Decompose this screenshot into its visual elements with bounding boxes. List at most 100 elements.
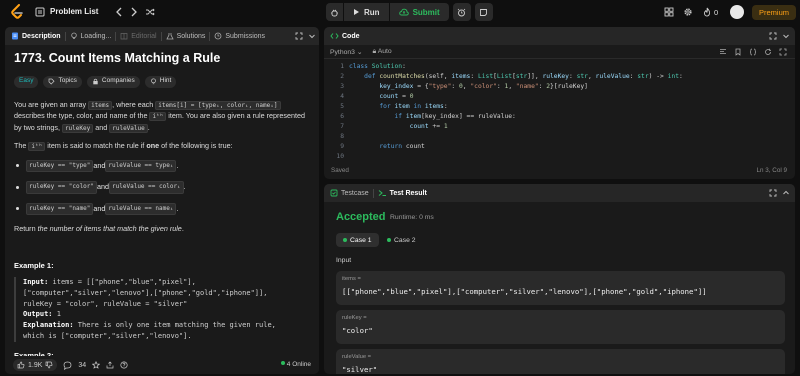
- description-paragraph-2: The iᵗʰ item is said to match the rule i…: [14, 141, 233, 151]
- test-result-panel: Testcase Test Result Accepted Runtime: 0…: [324, 184, 795, 374]
- description-panel: Description Loading... Editorial Solutio…: [5, 27, 319, 374]
- checkbox-icon: [330, 189, 338, 197]
- streak-flame-icon[interactable]: [701, 6, 713, 18]
- user-avatar[interactable]: [730, 5, 744, 19]
- pass-dot-icon: [343, 238, 347, 242]
- notes-button[interactable]: [474, 3, 493, 21]
- star-icon[interactable]: [92, 361, 101, 369]
- line-number: 2: [340, 73, 344, 80]
- history-icon: [214, 32, 222, 40]
- fullscreen-icon[interactable]: [779, 48, 787, 56]
- leetcode-logo-icon[interactable]: [10, 4, 24, 20]
- case-2-tab[interactable]: Case 2: [380, 233, 423, 247]
- streak-count: 0: [714, 8, 719, 17]
- input-key: ruleValue =: [342, 354, 372, 360]
- auto-mode-toggle[interactable]: 🔒︎ Auto: [373, 48, 392, 56]
- topics-label: Topics: [58, 77, 77, 85]
- online-count: 4 Online: [281, 361, 311, 368]
- example-1-block: Input: items = [["phone","blue","pixel"]…: [14, 277, 312, 342]
- input-value: "silver": [342, 365, 378, 374]
- line-number: 1: [340, 63, 344, 70]
- line-number: 3: [340, 83, 344, 90]
- lightbulb-icon: [150, 78, 156, 85]
- tab-loading[interactable]: Loading...: [66, 27, 116, 45]
- case-1-tab[interactable]: Case 1: [336, 233, 379, 247]
- tab-submissions-label: Submissions: [225, 32, 266, 40]
- tab-solutions[interactable]: Solutions: [162, 27, 210, 45]
- expand-icon[interactable]: [767, 187, 779, 199]
- line-number: 4: [340, 93, 344, 100]
- tab-submissions[interactable]: Submissions: [210, 27, 269, 45]
- result-status: Accepted: [336, 211, 386, 223]
- code-line: key_index = {"type": 0, "color": 1, "nam…: [379, 83, 588, 90]
- settings-gear-icon[interactable]: [682, 6, 694, 18]
- code-tabbar: Code: [324, 27, 795, 45]
- tab-test-result[interactable]: Test Result: [374, 184, 431, 202]
- chevron-down-icon[interactable]: [780, 30, 792, 42]
- rule-condition-color: ruleKey == "color" and ruleValue == colo…: [14, 181, 312, 194]
- rule-condition-type: ruleKey == "type" and ruleValue == typeᵢ…: [14, 159, 312, 172]
- expand-icon[interactable]: [767, 30, 779, 42]
- input-value: [["phone","blue","pixel"],["computer","s…: [342, 287, 707, 296]
- debug-button[interactable]: [326, 3, 343, 21]
- hint-label: Hint: [159, 77, 172, 85]
- difficulty-badge: Easy: [14, 75, 39, 88]
- input-key: ruleKey =: [342, 315, 367, 321]
- code-panel: Code Python3 ⌄ 🔒︎ Auto 1 2 3 4 5 6 7 8 9…: [324, 27, 795, 179]
- alarm-clock-icon: [457, 8, 466, 16]
- code-toolbar: Python3 ⌄ 🔒︎ Auto: [324, 45, 795, 59]
- problem-list-icon[interactable]: [34, 6, 46, 18]
- hint-button[interactable]: Hint: [144, 75, 177, 88]
- bookmark-icon[interactable]: [734, 48, 742, 56]
- reset-icon[interactable]: [764, 48, 772, 56]
- line-number: 9: [340, 143, 344, 150]
- comment-count: 34: [78, 361, 87, 369]
- tab-test-result-label: Test Result: [389, 189, 427, 197]
- terminal-icon: [378, 190, 386, 196]
- description-paragraph-1: You are given an array items, where each…: [14, 99, 305, 133]
- tab-editorial[interactable]: Editorial: [116, 27, 160, 45]
- language-select[interactable]: Python3 ⌄: [330, 48, 363, 56]
- share-icon[interactable]: [106, 361, 114, 369]
- help-icon[interactable]: [120, 361, 128, 369]
- description-tabbar: Description Loading... Editorial Solutio…: [5, 27, 319, 45]
- lock-icon: [93, 78, 98, 85]
- run-button[interactable]: Run: [344, 3, 389, 21]
- code-line: count += 1: [409, 123, 448, 130]
- layout-grid-icon[interactable]: [663, 6, 675, 18]
- premium-button[interactable]: Premium: [752, 5, 796, 20]
- chevron-left-icon[interactable]: [113, 6, 125, 18]
- tab-testcase[interactable]: Testcase: [324, 184, 373, 202]
- line-number: 10: [336, 153, 344, 160]
- comment-icon[interactable]: [63, 361, 72, 370]
- like-count: 1.9K: [28, 361, 43, 369]
- runtime-label: Runtime: 0 ms: [390, 214, 434, 221]
- bug-icon: [331, 9, 338, 16]
- chevron-down-icon[interactable]: [306, 30, 318, 42]
- shuffle-icon[interactable]: [144, 6, 156, 18]
- problem-list-link[interactable]: Problem List: [50, 7, 98, 16]
- description-footer: 1.9K 34 4 Online: [5, 356, 319, 374]
- format-icon[interactable]: [719, 48, 727, 56]
- line-number: 7: [340, 123, 344, 130]
- thumbs-down-icon[interactable]: [45, 361, 53, 369]
- topics-button[interactable]: Topics: [43, 75, 82, 88]
- chevron-right-icon[interactable]: [128, 6, 140, 18]
- tab-editorial-label: Editorial: [131, 32, 157, 40]
- play-icon: [354, 9, 359, 15]
- input-rulevalue-box: ruleValue = "silver": [336, 349, 785, 374]
- code-line: return count: [379, 143, 425, 150]
- submit-button[interactable]: Submit: [389, 3, 449, 21]
- expand-icon[interactable]: [293, 30, 305, 42]
- note-icon: [480, 8, 488, 16]
- rule-condition-name: ruleKey == "name" and ruleValue == nameᵢ…: [14, 202, 312, 215]
- companies-button[interactable]: Companies: [86, 75, 140, 88]
- timer-button[interactable]: [452, 3, 471, 21]
- tab-description[interactable]: Description: [5, 27, 65, 45]
- code-editor[interactable]: 1 2 3 4 5 6 7 8 9 10 class Solution: def…: [324, 61, 795, 160]
- chevron-up-icon[interactable]: [780, 187, 792, 199]
- save-status: Saved: [331, 167, 349, 174]
- tab-code[interactable]: Code: [324, 27, 364, 45]
- like-button[interactable]: 1.9K: [13, 359, 58, 371]
- braces-icon[interactable]: [749, 48, 757, 56]
